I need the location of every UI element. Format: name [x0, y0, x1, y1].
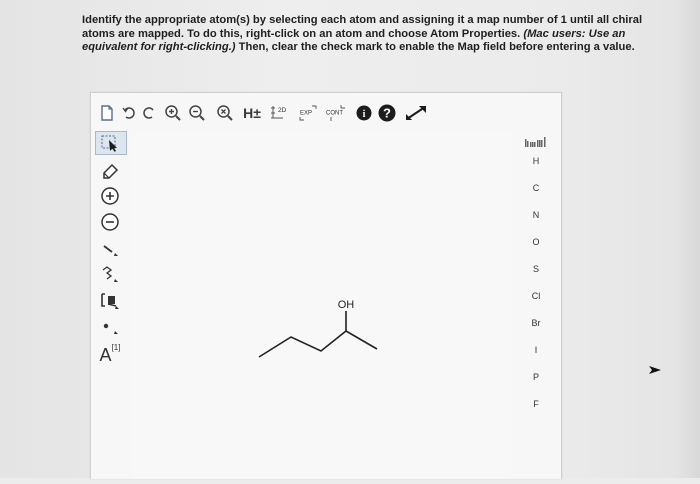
new-document-icon[interactable] [99, 103, 115, 123]
info-icon-glyph: i [363, 109, 366, 120]
structure-editor: H± 2D EXP CONT i ? A [1] OH H C N O S Cl… [90, 92, 562, 479]
expand-groups-label: EXP [300, 111, 312, 117]
drawing-canvas[interactable]: OH [131, 131, 511, 479]
element-button-f[interactable]: F [513, 399, 559, 409]
eraser-icon[interactable] [95, 159, 125, 181]
element-button-o[interactable]: O [513, 237, 559, 247]
template-ring-icon[interactable] [95, 289, 125, 311]
undo-icon[interactable] [121, 103, 137, 123]
element-button-s[interactable]: S [513, 264, 559, 274]
editor-toolbar: H± 2D EXP CONT i ? [91, 93, 561, 131]
hydrogen-toggle-button[interactable]: H± [241, 103, 263, 123]
clean-2d-icon[interactable]: 2D [269, 103, 289, 123]
help-icon[interactable]: ? [377, 103, 397, 123]
question-instructions: Identify the appropriate atom(s) by sele… [82, 14, 662, 55]
element-button-br[interactable]: Br [513, 318, 559, 328]
atom-dot-icon[interactable] [95, 315, 125, 337]
zoom-out-icon[interactable] [187, 103, 207, 123]
expand-groups-button[interactable]: EXP [297, 103, 319, 123]
molecule-drawing: OH [258, 299, 378, 358]
periodic-table-icon[interactable] [525, 135, 547, 147]
mouse-cursor-icon [648, 362, 662, 380]
element-button-i[interactable]: I [513, 345, 559, 355]
element-button-p[interactable]: P [513, 372, 559, 382]
element-button-c[interactable]: C [513, 183, 559, 193]
redo-icon[interactable] [141, 103, 157, 123]
element-button-n[interactable]: N [513, 210, 559, 220]
instructions-text-3: Then, clear the check mark to enable the… [235, 41, 635, 53]
carbon-chain-bonds [258, 330, 378, 358]
hydroxyl-label: OH [338, 299, 355, 311]
chain-tool-icon[interactable] [95, 263, 125, 285]
contract-groups-button[interactable]: CONT [323, 103, 349, 123]
info-icon[interactable]: i [355, 103, 373, 123]
zoom-reset-icon[interactable] [215, 103, 235, 123]
atom-map-superscript: [1] [111, 342, 121, 352]
element-button-h[interactable]: H [513, 156, 559, 166]
left-toolbar: A [1] [91, 131, 131, 479]
positive-charge-icon[interactable] [95, 185, 125, 207]
fullscreen-icon[interactable] [401, 103, 431, 123]
element-button-cl[interactable]: Cl [513, 291, 559, 301]
atom-map-letter: A [99, 344, 112, 365]
atom-map-tool[interactable]: A [1] [95, 341, 125, 369]
contract-groups-label: CONT [326, 111, 343, 117]
negative-charge-icon[interactable] [95, 211, 125, 233]
help-icon-glyph: ? [383, 106, 391, 121]
element-panel: H C N O S Cl Br I P F [513, 131, 559, 479]
clean-2d-label: 2D [278, 107, 287, 114]
right-edge-shadow [676, 0, 700, 478]
lasso-select-tool[interactable] [95, 131, 127, 155]
zoom-in-icon[interactable] [163, 103, 183, 123]
single-bond-icon[interactable] [95, 237, 125, 259]
